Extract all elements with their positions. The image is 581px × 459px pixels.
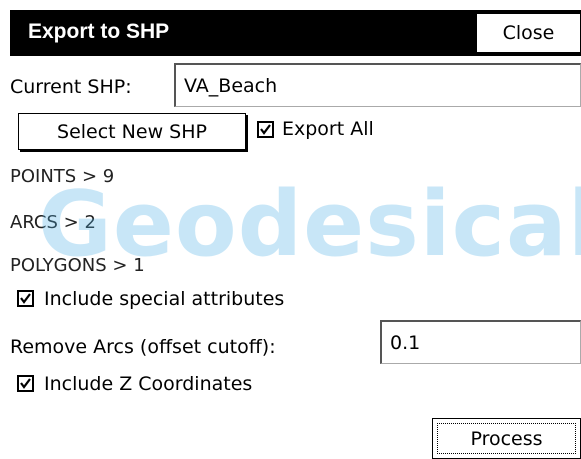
arcs-count: ARCS > 2 — [10, 212, 96, 233]
focus-ring — [437, 423, 576, 454]
check-icon — [260, 124, 271, 135]
include-z-coordinates-label: Include Z Coordinates — [44, 373, 253, 395]
points-count: POINTS > 9 — [10, 166, 115, 187]
export-all-label: Export All — [282, 118, 374, 140]
current-shp-label: Current SHP: — [10, 76, 132, 98]
current-shp-field[interactable]: VA_Beach — [174, 63, 581, 107]
check-icon — [20, 293, 31, 304]
include-special-attributes-checkbox[interactable] — [17, 290, 34, 307]
remove-arcs-label: Remove Arcs (offset cutoff): — [10, 336, 276, 358]
export-all-checkbox[interactable] — [257, 121, 274, 138]
title-bar: Export to SHP Close — [10, 10, 581, 56]
polygons-count: POLYGONS > 1 — [10, 255, 145, 276]
close-button[interactable]: Close — [476, 13, 581, 53]
process-button[interactable]: Process — [432, 418, 581, 459]
export-shp-dialog: Export to SHP Close Current SHP: VA_Beac… — [0, 0, 581, 459]
include-z-coordinates-checkbox[interactable] — [17, 375, 34, 392]
check-icon — [20, 378, 31, 389]
offset-cutoff-input[interactable]: 0.1 — [380, 320, 581, 364]
include-special-attributes-label: Include special attributes — [44, 288, 285, 310]
dialog-title: Export to SHP — [28, 20, 170, 43]
select-new-shp-button[interactable]: Select New SHP — [18, 113, 246, 150]
